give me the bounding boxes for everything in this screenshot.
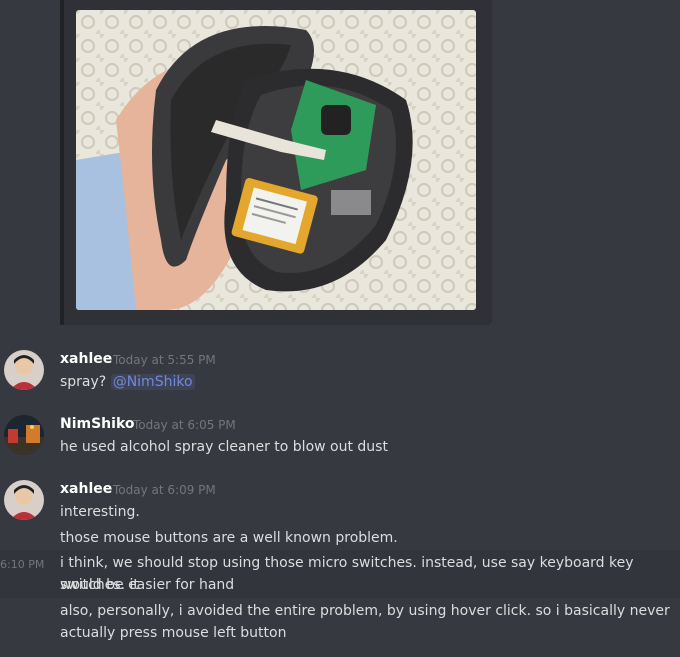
message-text: also, personally, i avoided the entire p… [60, 603, 670, 619]
username[interactable]: NimShiko [60, 416, 135, 432]
message-group: xahlee Today at 5:55 PM spray? @NimShiko [0, 345, 680, 405]
message-group: NimShiko Today at 6:05 PM he used alcoho… [0, 410, 680, 465]
timestamp: Today at 6:09 PM [113, 483, 216, 497]
embedded-photo[interactable] [76, 10, 476, 310]
message-text: interesting. [60, 504, 140, 520]
message-text: those mouse buttons are a well known pro… [60, 530, 398, 546]
timestamp: Today at 5:55 PM [113, 353, 216, 367]
message-group: xahlee Today at 6:09 PM interesting. tho… [0, 475, 680, 546]
avatar[interactable] [4, 415, 44, 455]
message-row: also, personally, i avoided the entire p… [0, 600, 680, 650]
message-content: spray? [60, 374, 107, 390]
username[interactable]: xahlee [60, 481, 112, 497]
avatar[interactable] [4, 350, 44, 390]
image-embed [60, 0, 492, 325]
timestamp: Today at 6:05 PM [133, 418, 236, 432]
message-row-hovered[interactable]: 6:10 PM i think, we should stop using th… [0, 550, 680, 598]
username[interactable]: xahlee [60, 351, 112, 367]
message-text: actually press mouse left button [60, 625, 287, 641]
message-text: he used alcohol spray cleaner to blow ou… [60, 439, 388, 455]
message-text: would be easier for hand [60, 577, 235, 593]
avatar[interactable] [4, 480, 44, 520]
chat-log: xahlee Today at 5:55 PM spray? @NimShiko… [0, 0, 680, 657]
user-mention[interactable]: @NimShiko [110, 374, 195, 390]
hover-timestamp: 6:10 PM [0, 558, 45, 571]
message-text: spray? @NimShiko [60, 371, 195, 393]
